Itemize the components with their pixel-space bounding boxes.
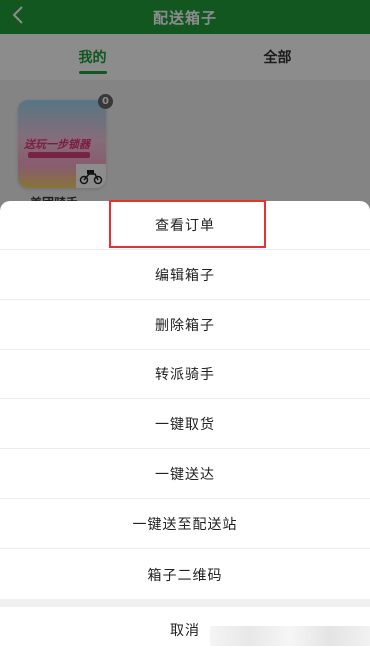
blurred-watermark [210,626,370,646]
app-screen: 配送箱子 我的 全部 送玩一步锁器 0 美团骑手 [0,0,370,652]
box-qrcode-button[interactable]: 箱子二维码 [0,550,370,599]
reassign-rider-label: 转派骑手 [155,367,215,383]
deliver-all-button[interactable]: 一键送达 [0,450,370,499]
send-to-station-label: 一键送至配送站 [132,517,238,533]
edit-box-button[interactable]: 编辑箱子 [0,251,370,300]
reassign-rider-button[interactable]: 转派骑手 [0,350,370,399]
edit-box-label: 编辑箱子 [155,268,215,284]
sheet-divider [0,599,370,607]
delete-box-label: 删除箱子 [155,318,215,334]
deliver-all-label: 一键送达 [155,467,215,483]
pickup-all-button[interactable]: 一键取货 [0,400,370,449]
pickup-all-label: 一键取货 [155,417,215,433]
view-orders-button[interactable]: 查看订单 [0,201,370,250]
send-to-station-button[interactable]: 一键送至配送站 [0,500,370,549]
box-qrcode-label: 箱子二维码 [147,567,223,584]
action-sheet: 查看订单 编辑箱子 删除箱子 转派骑手 一键取货 一键送达 一键送至配送站 箱子… [0,201,370,652]
delete-box-button[interactable]: 删除箱子 [0,301,370,350]
view-orders-label: 查看订单 [155,218,215,234]
cancel-label: 取消 [170,622,200,639]
